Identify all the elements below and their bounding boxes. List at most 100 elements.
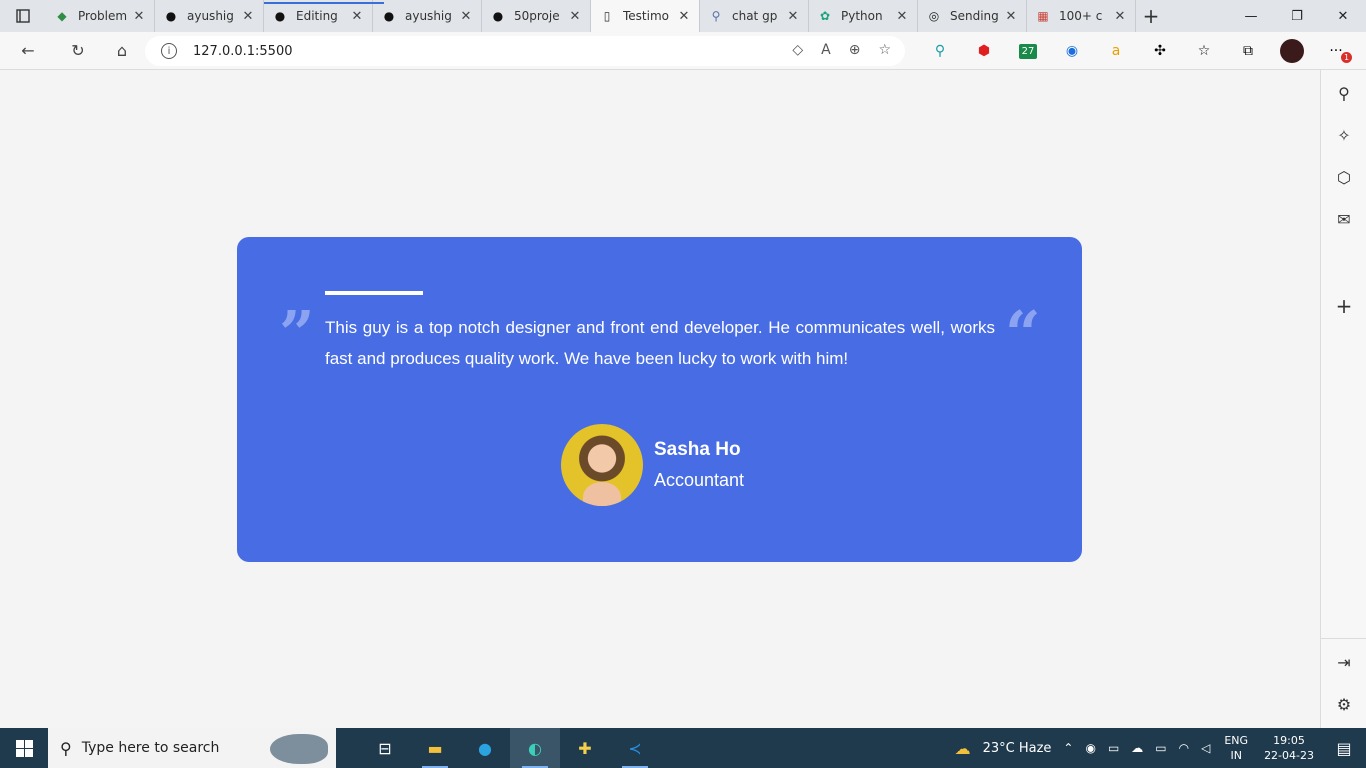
address-bar[interactable]: i 127.0.0.1:5500 ◇ A ⊕ ☆ bbox=[145, 36, 905, 66]
tab-title: Testimo bbox=[623, 9, 669, 23]
start-button[interactable] bbox=[0, 728, 48, 768]
outlook-icon: ✉ bbox=[1337, 209, 1351, 229]
notification-icon: ▤ bbox=[1336, 738, 1352, 758]
language-indicator[interactable]: ENG IN bbox=[1224, 733, 1248, 763]
plus-icon: + bbox=[1335, 294, 1353, 318]
tab-10[interactable]: ▦ 100+ c ✕ bbox=[1027, 0, 1136, 32]
cloud-icon[interactable]: ☁ bbox=[1131, 741, 1143, 755]
adblock-extension-button[interactable]: ⬢ bbox=[962, 32, 1006, 70]
sidebar-games-button[interactable]: ⬡ bbox=[1321, 156, 1366, 198]
language-code: ENG bbox=[1224, 734, 1249, 747]
back-button[interactable]: ← bbox=[0, 32, 56, 70]
github-icon: ● bbox=[165, 9, 177, 23]
edge-sidebar: ⚲ ✧ ⬡ ✉ + ⇥ ⚙ bbox=[1320, 70, 1366, 728]
sidebar-settings-button[interactable]: ⚙ bbox=[1321, 683, 1366, 725]
tab-close-icon[interactable]: ✕ bbox=[350, 9, 364, 24]
sidebar-hide-button[interactable]: ⇥ bbox=[1321, 641, 1366, 683]
weather-text[interactable]: 23°C Haze bbox=[983, 741, 1052, 756]
tab-close-icon[interactable]: ✕ bbox=[568, 9, 582, 24]
github-icon: ● bbox=[492, 9, 504, 23]
tab-close-icon[interactable]: ✕ bbox=[241, 9, 255, 24]
testimonial-text: This guy is a top notch designer and fro… bbox=[325, 318, 995, 368]
tab-actions-icon bbox=[16, 9, 30, 23]
notification-button[interactable]: ▤ bbox=[1322, 728, 1366, 768]
tab-close-icon[interactable]: ✕ bbox=[786, 9, 800, 24]
region-code: IN bbox=[1230, 749, 1242, 762]
clock-date: 22-04-23 bbox=[1264, 749, 1314, 762]
tab-close-icon[interactable]: ✕ bbox=[895, 9, 909, 24]
tab-title: Sending bbox=[950, 9, 999, 23]
clock[interactable]: 19:05 22-04-23 bbox=[1264, 733, 1314, 763]
tab-3[interactable]: ● Editing ✕ bbox=[264, 0, 384, 32]
tab-7[interactable]: ⚲ chat gp ✕ bbox=[700, 0, 809, 32]
tab-close-icon[interactable]: ✕ bbox=[459, 9, 473, 24]
tab-8[interactable]: ✿ Python ✕ bbox=[809, 0, 918, 32]
tab-close-icon[interactable]: ✕ bbox=[132, 9, 146, 24]
vscode-icon: ≺ bbox=[628, 738, 642, 758]
tab-close-icon[interactable]: ✕ bbox=[1113, 9, 1127, 24]
tab-close-icon[interactable]: ✕ bbox=[1004, 9, 1018, 24]
telegram-button[interactable]: ● bbox=[460, 728, 510, 768]
zoom-icon[interactable]: ⊕ bbox=[849, 42, 861, 58]
new-tab-button[interactable]: + bbox=[1136, 4, 1166, 28]
calendar-extension-button[interactable]: 27 bbox=[1006, 32, 1050, 70]
tab-2[interactable]: ● ayushig ✕ bbox=[155, 0, 264, 32]
page-icon: ▯ bbox=[603, 9, 611, 23]
camera-icon[interactable]: ▭ bbox=[1108, 741, 1119, 755]
battery-icon[interactable]: ▭ bbox=[1155, 741, 1166, 755]
refresh-icon: ↻ bbox=[71, 41, 85, 60]
sidebar-outlook-button[interactable]: ✉ bbox=[1321, 198, 1366, 240]
search-highlight-image bbox=[270, 734, 328, 764]
telegram-icon: ● bbox=[478, 738, 492, 758]
openai-icon: ✿ bbox=[819, 9, 831, 23]
collections-button[interactable]: ⧉ bbox=[1226, 32, 1270, 70]
open-quote-icon: ” bbox=[279, 297, 315, 370]
home-icon: ⌂ bbox=[116, 41, 128, 60]
refresh-button[interactable]: ↻ bbox=[56, 32, 100, 70]
gfg-icon: ◆ bbox=[57, 9, 67, 23]
chevron-up-icon[interactable]: ⌃ bbox=[1063, 741, 1073, 755]
tab-6[interactable]: ▯ Testimo ✕ bbox=[591, 0, 700, 32]
close-window-button[interactable]: ✕ bbox=[1320, 0, 1366, 32]
home-button[interactable]: ⌂ bbox=[100, 32, 144, 70]
address-toolbar: ← ↻ ⌂ i 127.0.0.1:5500 ◇ A ⊕ ☆ ⚲ ⬢ 27 ◉ … bbox=[0, 32, 1366, 70]
file-explorer-button[interactable]: ▬ bbox=[410, 728, 460, 768]
site-info-icon[interactable]: i bbox=[161, 43, 177, 59]
tab-close-icon[interactable]: ✕ bbox=[677, 9, 691, 24]
tab-5[interactable]: ● 50proje ✕ bbox=[482, 0, 591, 32]
taskbar-search[interactable]: ⚲ Type here to search bbox=[48, 728, 336, 768]
favorites-button[interactable]: ☆ bbox=[1182, 32, 1226, 70]
read-aloud-icon[interactable]: A bbox=[821, 42, 831, 58]
weather-icon[interactable]: ☁ bbox=[955, 739, 971, 758]
user-info: Sasha Ho Accountant bbox=[561, 424, 744, 506]
tag-icon[interactable]: ◇ bbox=[792, 42, 803, 58]
python-button[interactable]: ✚ bbox=[560, 728, 610, 768]
amazon-extension-button[interactable]: a bbox=[1094, 32, 1138, 70]
address-text[interactable]: 127.0.0.1:5500 bbox=[193, 44, 293, 59]
profile-button[interactable] bbox=[1270, 32, 1314, 70]
tab-9[interactable]: ◎ Sending ✕ bbox=[918, 0, 1027, 32]
tab-4[interactable]: ● ayushig ✕ bbox=[373, 0, 482, 32]
volume-icon[interactable]: ◁ bbox=[1201, 741, 1210, 755]
record-icon[interactable]: ◉ bbox=[1085, 741, 1095, 755]
search-icon: ⚲ bbox=[60, 738, 72, 758]
vscode-button[interactable]: ≺ bbox=[610, 728, 660, 768]
tab-title: Problem bbox=[78, 9, 128, 23]
favorite-add-icon[interactable]: ☆ bbox=[878, 42, 891, 58]
edge-button[interactable]: ◐ bbox=[510, 728, 560, 768]
sidebar-discover-button[interactable]: ✧ bbox=[1321, 114, 1366, 156]
task-view-button[interactable]: ⊟ bbox=[360, 728, 410, 768]
restore-button[interactable]: ❐ bbox=[1274, 0, 1320, 32]
extensions-button[interactable]: ✣ bbox=[1138, 32, 1182, 70]
settings-menu-button[interactable]: ··· 1 bbox=[1314, 32, 1358, 70]
minimize-button[interactable]: — bbox=[1228, 0, 1274, 32]
wifi-icon[interactable]: ◠ bbox=[1179, 741, 1189, 755]
user-avatar bbox=[561, 424, 643, 506]
sidebar-add-button[interactable]: + bbox=[1321, 285, 1366, 327]
folder-icon: ▬ bbox=[427, 738, 443, 758]
video-extension-button[interactable]: ◉ bbox=[1050, 32, 1094, 70]
search-extension-button[interactable]: ⚲ bbox=[918, 32, 962, 70]
tab-1[interactable]: ◆ Problem ✕ bbox=[46, 0, 155, 32]
tab-actions-button[interactable] bbox=[0, 0, 46, 32]
sidebar-search-button[interactable]: ⚲ bbox=[1321, 72, 1366, 114]
